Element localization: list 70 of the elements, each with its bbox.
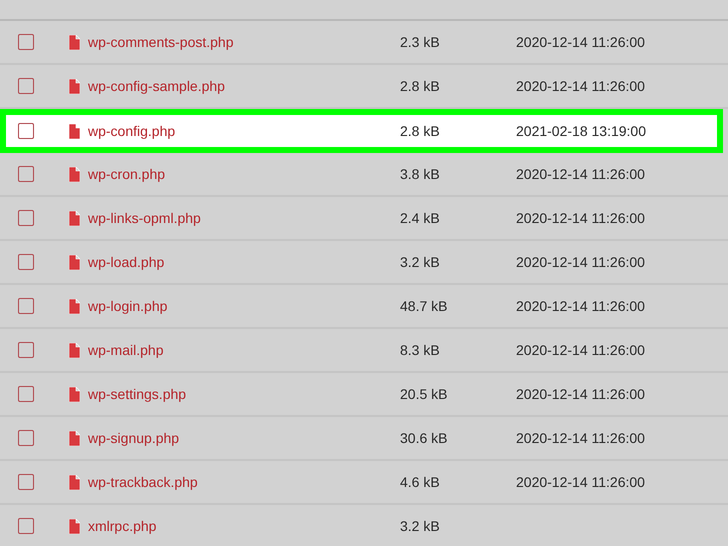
file-row[interactable]: wp-mail.php 8.3 kB 2020-12-14 11:26:00 xyxy=(0,329,728,373)
file-name[interactable]: wp-trackback.php xyxy=(88,474,400,490)
file-icon xyxy=(69,210,80,226)
file-row[interactable]: wp-load.php 3.2 kB 2020-12-14 11:26:00 xyxy=(0,241,728,285)
file-icon xyxy=(69,124,80,138)
file-icon xyxy=(69,474,80,490)
file-name[interactable]: wp-login.php xyxy=(88,298,400,314)
checkbox[interactable] xyxy=(18,254,34,270)
file-name[interactable]: wp-config-sample.php xyxy=(88,78,400,94)
file-row[interactable]: wp-links-opml.php 2.4 kB 2020-12-14 11:26:00 xyxy=(0,197,728,241)
checkbox[interactable] xyxy=(18,166,34,182)
file-size: 2.8 kB xyxy=(400,123,441,139)
file-date: 2020-12-14 11:26:00 xyxy=(516,34,645,50)
file-size: 30.6 kB xyxy=(400,430,448,446)
file-size: 3.2 kB xyxy=(400,254,441,270)
checkbox[interactable] xyxy=(18,342,34,358)
checkbox[interactable] xyxy=(18,430,34,446)
file-icon xyxy=(69,166,80,182)
file-name[interactable]: wp-cron.php xyxy=(88,166,400,182)
file-date: 2020-12-14 11:26:00 xyxy=(516,342,645,358)
checkbox[interactable] xyxy=(18,210,34,226)
file-date: 2021-02-18 13:19:00 xyxy=(516,123,646,139)
file-date: 2020-12-14 11:26:00 xyxy=(516,254,645,270)
file-row[interactable]: wp-settings.php 20.5 kB 2020-12-14 11:26:00 xyxy=(0,373,728,417)
file-date: 2020-12-14 11:26:00 xyxy=(516,430,645,446)
checkbox[interactable] xyxy=(18,518,34,534)
file-date: 2020-12-14 11:26:00 xyxy=(516,298,645,314)
file-row[interactable]: wp-config.php 2.8 kB 2021-02-18 13:19:00 xyxy=(0,109,723,153)
file-icon xyxy=(69,430,80,446)
file-size: 8.3 kB xyxy=(400,342,441,358)
file-icon xyxy=(69,518,80,534)
checkbox[interactable] xyxy=(18,123,34,139)
file-name[interactable]: wp-comments-post.php xyxy=(88,34,400,50)
file-date: 2020-12-14 11:26:00 xyxy=(516,210,645,226)
file-name[interactable]: wp-settings.php xyxy=(88,386,400,402)
file-icon xyxy=(69,254,80,270)
file-size: 20.5 kB xyxy=(400,386,448,402)
file-row[interactable]: wp-comments-post.php 2.3 kB 2020-12-14 11:26:00 xyxy=(0,21,728,65)
checkbox[interactable] xyxy=(18,386,34,402)
file-icon xyxy=(69,298,80,314)
file-name[interactable]: wp-load.php xyxy=(88,254,400,270)
file-row[interactable]: wp-trackback.php 4.6 kB 2020-12-14 11:26:00 xyxy=(0,461,728,505)
file-size: 2.3 kB xyxy=(400,34,441,50)
checkbox[interactable] xyxy=(18,298,34,314)
file-date: 2020-12-14 11:26:00 xyxy=(516,386,645,402)
file-size: 2.8 kB xyxy=(400,78,441,94)
checkbox[interactable] xyxy=(18,34,34,50)
file-date: 2020-12-14 11:26:00 xyxy=(516,166,645,182)
file-name[interactable]: wp-mail.php xyxy=(88,342,400,358)
file-row[interactable]: wp-login.php 48.7 kB 2020-12-14 11:26:00 xyxy=(0,285,728,329)
file-size: 4.6 kB xyxy=(400,474,441,490)
file-row[interactable]: xmlrpc.php 3.2 kB xyxy=(0,505,728,546)
file-name[interactable]: wp-signup.php xyxy=(88,430,400,446)
checkbox[interactable] xyxy=(18,474,34,490)
file-date: 2020-12-14 11:26:00 xyxy=(516,474,645,490)
file-size: 3.8 kB xyxy=(400,166,441,182)
file-row[interactable]: wp-cron.php 3.8 kB 2020-12-14 11:26:00 xyxy=(0,153,728,197)
file-name[interactable]: wp-links-opml.php xyxy=(88,210,400,226)
checkbox[interactable] xyxy=(18,78,34,94)
file-row[interactable]: wp-signup.php 30.6 kB 2020-12-14 11:26:00 xyxy=(0,417,728,461)
file-icon xyxy=(69,342,80,358)
file-icon xyxy=(69,386,80,402)
file-size: 2.4 kB xyxy=(400,210,441,226)
file-date: 2020-12-14 11:26:00 xyxy=(516,78,645,94)
file-icon xyxy=(69,78,80,94)
file-icon xyxy=(69,34,80,50)
file-size: 48.7 kB xyxy=(400,298,448,314)
file-name[interactable]: xmlrpc.php xyxy=(88,518,400,534)
file-size: 3.2 kB xyxy=(400,518,441,534)
file-name[interactable]: wp-config.php xyxy=(88,123,400,139)
